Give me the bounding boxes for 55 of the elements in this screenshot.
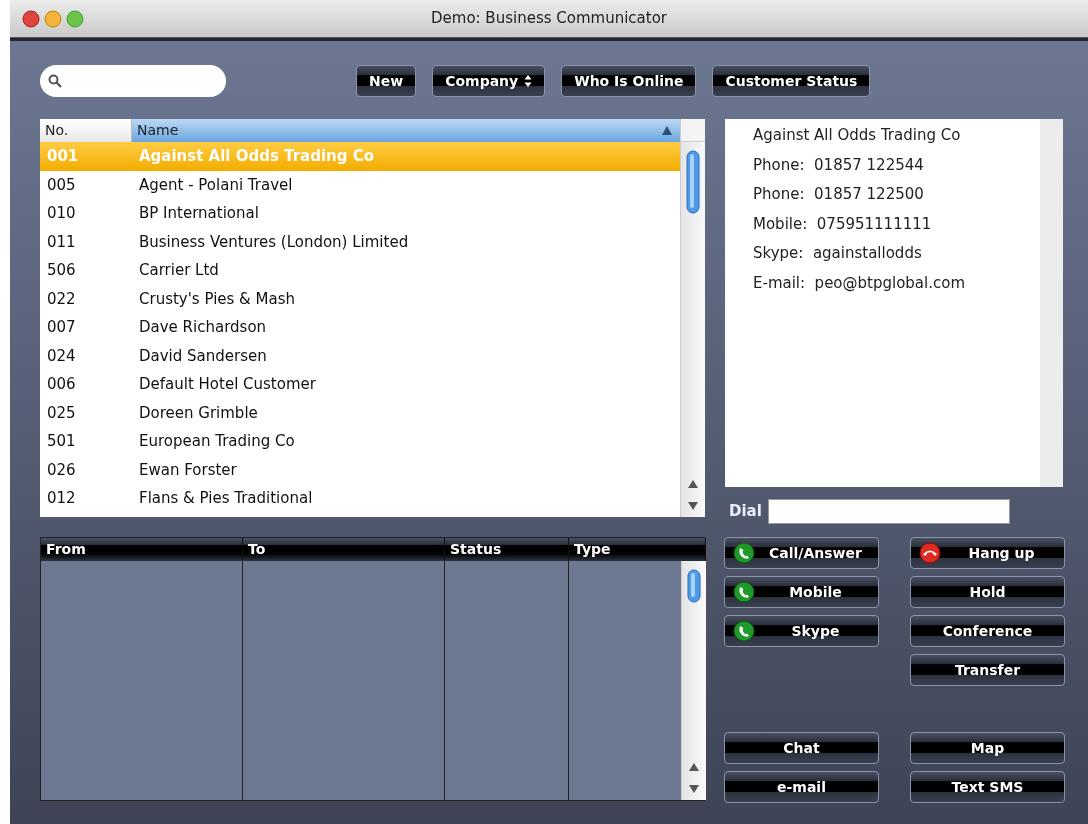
company-name: Against All Odds Trading Co — [753, 125, 962, 146]
table-row[interactable]: 007 Dave Richardson — [40, 313, 680, 342]
call-button[interactable]: Mobile — [724, 576, 879, 608]
column-header[interactable]: Type — [569, 538, 706, 561]
dial-label: Dial — [729, 501, 762, 523]
hang-up-icon — [919, 542, 941, 564]
column-header[interactable]: Status — [445, 538, 569, 561]
action-button[interactable]: Conference — [910, 615, 1065, 647]
contact-detail: Phone: 01857 122544 — [753, 154, 925, 176]
action-button[interactable]: Transfer — [910, 654, 1065, 686]
scrollbar[interactable] — [680, 119, 705, 517]
header-corner — [681, 119, 705, 142]
action-button[interactable]: Map — [910, 732, 1065, 764]
table-row[interactable]: 011 Business Ventures (London) Limited — [40, 227, 680, 256]
search-field[interactable] — [40, 65, 226, 97]
table-row[interactable]: 024 David Sandersen — [40, 341, 680, 370]
hang-up-button[interactable]: Hang up — [910, 537, 1065, 569]
contact-detail: E-mail: peo@btpglobal.com — [753, 272, 967, 294]
window-title: Demo: Business Communicator — [430, 8, 668, 30]
table-row[interactable]: 506 Carrier Ltd — [40, 256, 680, 285]
scroll-thumb[interactable] — [685, 150, 701, 214]
column-header[interactable]: To — [243, 538, 445, 561]
call-button[interactable]: Call/Answer — [724, 537, 879, 569]
call-button[interactable]: Skype — [724, 615, 879, 647]
scrollbar[interactable] — [681, 561, 706, 800]
toolbar-button[interactable]: Who Is Online — [561, 65, 697, 97]
action-button[interactable]: Text SMS — [910, 771, 1065, 803]
sort-icon — [662, 126, 672, 135]
table-row[interactable]: 005 Agent - Polani Travel — [40, 170, 680, 199]
action-button[interactable]: Hold — [910, 576, 1065, 608]
popup-button[interactable]: Company — [432, 65, 546, 97]
table-row[interactable]: 006 Default Hotel Customer — [40, 370, 680, 399]
updown-icon — [524, 74, 533, 88]
phone-icon — [733, 620, 755, 642]
table-row[interactable]: 022 Crusty's Pies & Mash — [40, 284, 680, 313]
table-row[interactable]: 501 European Trading Co — [40, 427, 680, 456]
toolbar-button[interactable]: Customer Status — [712, 65, 871, 97]
table-row[interactable]: 026 Ewan Forster — [40, 455, 680, 484]
contact-detail: Phone: 01857 122500 — [753, 184, 925, 205]
column-header[interactable]: From — [41, 538, 243, 561]
contact-detail: Skype: againstallodds — [753, 243, 923, 264]
phone-icon — [733, 581, 755, 603]
phone-icon — [733, 542, 755, 564]
column-header[interactable]: No. — [40, 119, 132, 142]
contact-detail: Mobile: 075951111111 — [753, 213, 933, 235]
table-row[interactable]: 025 Doreen Grimble — [40, 398, 680, 427]
toolbar-button[interactable]: New — [356, 65, 417, 97]
dial-field[interactable] — [767, 499, 1010, 524]
action-button[interactable]: Chat — [724, 732, 879, 764]
search-icon — [48, 74, 62, 88]
scroll-thumb[interactable] — [686, 569, 702, 603]
table-row[interactable]: 012 Flans & Pies Traditional — [40, 484, 680, 513]
column-header[interactable]: Name — [132, 119, 680, 142]
action-button[interactable]: e-mail — [724, 771, 879, 803]
table-row[interactable]: 010 BP International — [40, 199, 680, 228]
